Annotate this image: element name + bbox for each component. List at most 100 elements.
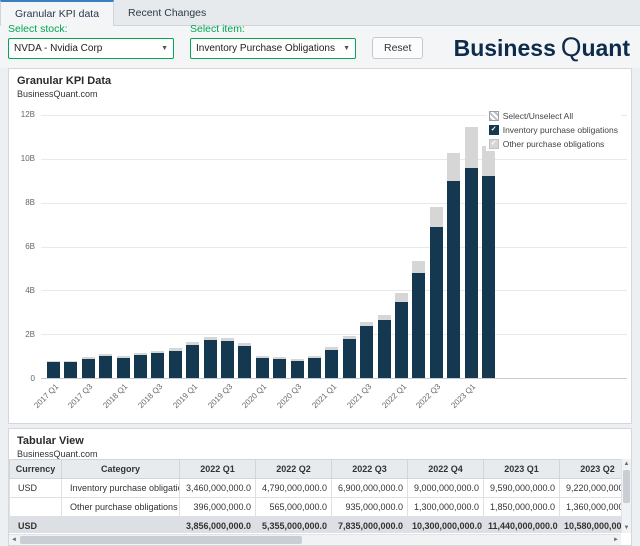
table-row: USDInventory purchase obligations3,460,0… xyxy=(10,479,622,498)
bar-2018-Q3-inventory[interactable] xyxy=(151,353,164,378)
bar-2017-Q4-inventory[interactable] xyxy=(99,356,112,378)
table-cell: 4,790,000,000.0 xyxy=(256,479,332,498)
bar-2019-Q4-other[interactable] xyxy=(238,343,251,346)
bar-2019-Q1-other[interactable] xyxy=(186,342,199,345)
gridline xyxy=(41,247,627,248)
bar-2020-Q3-other[interactable] xyxy=(291,359,304,361)
legend-label: Select/Unselect All xyxy=(503,111,573,121)
bar-2020-Q4-other[interactable] xyxy=(308,356,321,358)
bar-2020-Q2-inventory[interactable] xyxy=(273,359,286,378)
bar-2019-Q2-other[interactable] xyxy=(204,337,217,340)
legend-label: Other purchase obligations xyxy=(503,139,605,149)
bar-2022-Q3-inventory[interactable] xyxy=(430,227,443,378)
table-cell: 1,850,000,000.0 xyxy=(484,498,560,517)
legend-inventory-purchase-obligations[interactable]: ✓ Inventory purchase obligations xyxy=(489,125,618,135)
bar-2021-Q3-other[interactable] xyxy=(360,322,373,326)
scroll-down-icon[interactable]: ▼ xyxy=(622,523,631,533)
item-select-label: Select item: xyxy=(190,23,356,35)
bar-2019-Q3-inventory[interactable] xyxy=(221,341,234,378)
vertical-scrollbar[interactable]: ▲ ▼ xyxy=(621,459,631,533)
bar-2017-Q1-other[interactable] xyxy=(47,361,60,362)
gridline xyxy=(41,290,627,291)
brand-quant: Quant xyxy=(561,32,630,63)
bar-2023-Q2-inventory[interactable] xyxy=(482,176,495,378)
table-cell: 1,300,000,000.0 xyxy=(408,498,484,517)
table-row: USD3,856,000,000.05,355,000,000.07,835,0… xyxy=(10,517,622,534)
table-cell: 565,000,000.0 xyxy=(256,498,332,517)
item-select[interactable]: Inventory Purchase Obligations ▼ xyxy=(190,38,356,59)
column-header: 2022 Q4 xyxy=(408,460,484,479)
table-cell: 11,440,000,000.0 xyxy=(484,517,560,534)
bar-2019-Q3-other[interactable] xyxy=(221,338,234,341)
table-cell: 1,360,000,000.0 xyxy=(560,498,622,517)
column-header: 2023 Q2 xyxy=(560,460,622,479)
bar-2017-Q2-inventory[interactable] xyxy=(64,362,77,378)
chevron-down-icon: ▼ xyxy=(343,45,350,52)
bar-2017-Q3-other[interactable] xyxy=(82,357,95,359)
bar-2022-Q4-inventory[interactable] xyxy=(447,181,460,378)
bar-2020-Q4-inventory[interactable] xyxy=(308,358,321,378)
legend-label: Inventory purchase obligations xyxy=(503,125,618,135)
stock-select-group: Select stock: NVDA - Nvidia Corp ▼ xyxy=(8,23,174,59)
bar-2021-Q4-other[interactable] xyxy=(378,315,391,320)
tab-recent-changes[interactable]: Recent Changes xyxy=(114,0,220,25)
bar-2020-Q3-inventory[interactable] xyxy=(291,361,304,378)
bar-2017-Q4-other[interactable] xyxy=(99,354,112,356)
chart-source: BusinessQuant.com xyxy=(9,87,631,99)
stock-select-label: Select stock: xyxy=(8,23,174,35)
column-header: 2022 Q2 xyxy=(256,460,332,479)
legend-select-unselect-all[interactable]: Select/Unselect All xyxy=(489,111,618,121)
bar-2021-Q2-other[interactable] xyxy=(343,336,356,339)
bar-2022-Q2-other[interactable] xyxy=(412,261,425,273)
table-cell: 10,300,000,000.0 xyxy=(408,517,484,534)
bar-2022-Q4-other[interactable] xyxy=(447,153,460,181)
bar-2018-Q1-inventory[interactable] xyxy=(117,358,130,378)
table-cell xyxy=(10,498,62,517)
bar-2021-Q1-other[interactable] xyxy=(325,347,338,350)
bar-2022-Q1-other[interactable] xyxy=(395,293,408,302)
vertical-scrollbar-thumb[interactable] xyxy=(623,470,630,503)
checkbox-checked-gray-icon: ✓ xyxy=(489,139,499,149)
y-axis-label: 2B xyxy=(13,331,35,339)
bar-2022-Q1-inventory[interactable] xyxy=(395,302,408,378)
item-select-group: Select item: Inventory Purchase Obligati… xyxy=(190,23,356,59)
table-cell: 10,580,000,000.0 xyxy=(560,517,622,534)
bar-2019-Q4-inventory[interactable] xyxy=(238,346,251,378)
bar-2021-Q4-inventory[interactable] xyxy=(378,320,391,378)
reset-button[interactable]: Reset xyxy=(372,37,423,59)
bar-2023-Q1-other[interactable] xyxy=(465,127,478,168)
bar-2018-Q2-inventory[interactable] xyxy=(134,355,147,378)
horizontal-scrollbar-thumb[interactable] xyxy=(20,536,302,544)
chart-area: 02B4B6B8B10B12B 2017 Q12017 Q32018 Q1201… xyxy=(15,115,627,379)
bar-2018-Q4-other[interactable] xyxy=(169,348,182,351)
bar-2018-Q4-inventory[interactable] xyxy=(169,351,182,378)
bar-2022-Q3-other[interactable] xyxy=(430,207,443,227)
checkbox-checked-icon: ✓ xyxy=(489,125,499,135)
bar-2021-Q2-inventory[interactable] xyxy=(343,339,356,378)
scroll-up-icon[interactable]: ▲ xyxy=(622,459,631,469)
scroll-right-icon[interactable]: ► xyxy=(611,535,621,546)
bar-2019-Q1-inventory[interactable] xyxy=(186,345,199,378)
bar-2018-Q3-other[interactable] xyxy=(151,351,164,353)
bar-2018-Q2-other[interactable] xyxy=(134,353,147,355)
table-cell: Inventory purchase obligations xyxy=(62,479,180,498)
bar-2020-Q1-other[interactable] xyxy=(256,356,269,358)
bar-2017-Q1-inventory[interactable] xyxy=(47,362,60,378)
bar-2023-Q1-inventory[interactable] xyxy=(465,168,478,378)
scroll-left-icon[interactable]: ◄ xyxy=(9,535,19,546)
legend-other-purchase-obligations[interactable]: ✓ Other purchase obligations xyxy=(489,139,618,149)
table-cell: USD xyxy=(10,517,62,534)
bar-2021-Q1-inventory[interactable] xyxy=(325,350,338,378)
bar-2017-Q2-other[interactable] xyxy=(64,361,77,362)
bar-2022-Q2-inventory[interactable] xyxy=(412,273,425,378)
table-container: CurrencyCategory2022 Q12022 Q22022 Q3202… xyxy=(9,459,621,533)
horizontal-scrollbar[interactable]: ◄ ► xyxy=(9,534,621,545)
bar-2021-Q3-inventory[interactable] xyxy=(360,326,373,378)
bar-2020-Q1-inventory[interactable] xyxy=(256,358,269,378)
bar-2017-Q3-inventory[interactable] xyxy=(82,359,95,378)
bar-2019-Q2-inventory[interactable] xyxy=(204,340,217,378)
bar-2020-Q2-other[interactable] xyxy=(273,357,286,359)
table-row: Other purchase obligations396,000,000.05… xyxy=(10,498,622,517)
bar-2018-Q1-other[interactable] xyxy=(117,356,130,358)
stock-select[interactable]: NVDA - Nvidia Corp ▼ xyxy=(8,38,174,59)
